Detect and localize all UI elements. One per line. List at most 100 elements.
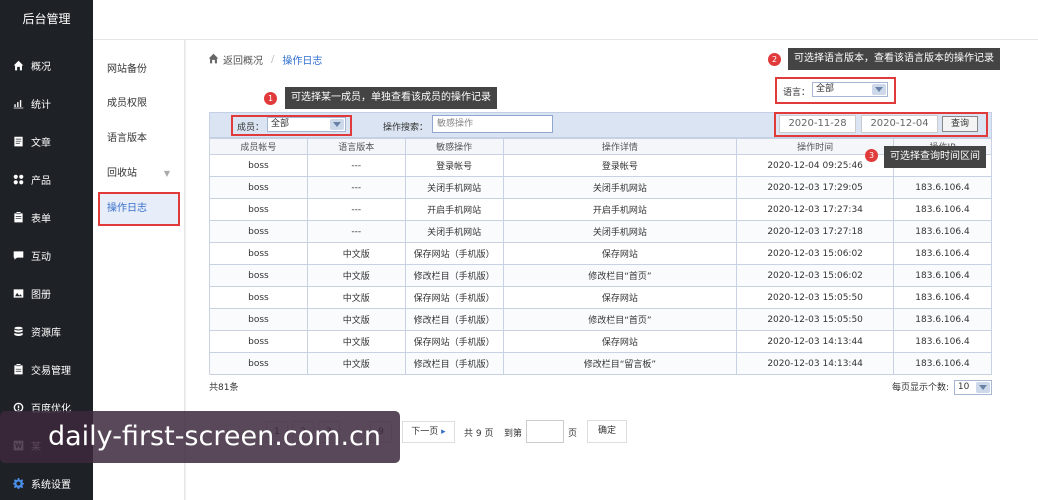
member-label: 成员： — [237, 123, 265, 133]
table-cell: 关闭手机网站 — [502, 176, 738, 199]
table-cell: 保存网站（手机版） — [404, 242, 504, 265]
breadcrumb-back-link[interactable]: 返回概况 — [223, 52, 263, 67]
chevron-down-icon — [975, 382, 990, 393]
search-input[interactable]: 敏感操作 — [432, 115, 553, 133]
sidebar-item-stats[interactable]: 统计 — [0, 85, 93, 122]
sidebar-item-label: 互动 — [31, 252, 51, 263]
table-cell: 2020-12-03 17:27:18 — [736, 220, 895, 243]
table-row: boss 中文版 保存网站（手机版） 保存网站 2020-12-03 15:06:02 1… — [209, 242, 992, 265]
sidebar-item-interaction[interactable]: 互动 — [0, 237, 93, 274]
date-to-input[interactable]: 2020-12-04 — [861, 115, 938, 133]
table-row: boss 中文版 修改栏目（手机版） 修改栏目“留言板” 2020-12-03 14:1… — [209, 352, 992, 375]
table-row: boss --- 关闭手机网站 关闭手机网站 2020-12-03 17:29:05 18… — [209, 176, 992, 199]
language-label: 语言： — [783, 88, 811, 98]
pager-next-label: 下一页 — [411, 427, 439, 437]
query-button[interactable]: 查询 — [942, 116, 978, 132]
chevron-right-icon: ▸ — [441, 427, 446, 437]
pager-page-unit: 页 — [568, 429, 578, 439]
table-cell: 登录帐号 — [502, 154, 738, 177]
sidebar-item-article[interactable]: 文章 — [0, 123, 93, 160]
submenu-item-permissions[interactable]: 成员权限 — [100, 89, 178, 119]
member-select[interactable]: 全部 — [267, 117, 346, 132]
top-bar — [93, 0, 1038, 40]
column-header: 操作详情 — [502, 138, 738, 155]
table-cell: 开启手机网站 — [404, 198, 504, 221]
table-cell: 183.6.106.4 — [893, 330, 992, 353]
submenu-item-oplog[interactable]: 操作日志 — [98, 192, 180, 226]
submenu-item-backup[interactable]: 网站备份 — [100, 55, 178, 85]
table-row: boss 中文版 修改栏目（手机版） 修改栏目“首页” 2020-12-03 15:06… — [209, 264, 992, 287]
grid-icon — [12, 174, 25, 186]
table-cell: 保存网站 — [502, 286, 738, 309]
table-cell: 关闭手机网站 — [404, 176, 504, 199]
table-cell: 183.6.106.4 — [893, 220, 992, 243]
watermark: daily-first-screen.com.cn — [0, 411, 400, 463]
image-icon — [12, 288, 25, 300]
table-cell: 修改栏目“首页” — [502, 308, 738, 331]
breadcrumb-current: 操作日志 — [282, 56, 323, 67]
pager-confirm-button[interactable]: 确定 — [587, 420, 627, 443]
table-cell: 183.6.106.4 — [893, 308, 992, 331]
table-cell: 保存网站 — [502, 242, 738, 265]
table-cell: boss — [209, 154, 308, 177]
hint-language-tooltip: 可选择语言版本，查看该语言版本的操作记录 — [788, 48, 1000, 70]
table-cell: 2020-12-03 15:05:50 — [736, 308, 895, 331]
database-icon — [12, 326, 25, 338]
pager-next-button[interactable]: 下一页 ▸ — [402, 421, 455, 443]
submenu-item-language[interactable]: 语言版本 — [100, 124, 178, 154]
hint-number: 1 — [264, 92, 277, 105]
table-cell: 保存网站（手机版） — [404, 286, 504, 309]
hint-date-tooltip: 可选择查询时间区间 — [884, 146, 986, 168]
table-cell: 登录帐号 — [404, 154, 504, 177]
table-cell: 2020-12-03 15:05:50 — [736, 286, 895, 309]
table-cell: 183.6.106.4 — [893, 286, 992, 309]
table-cell: boss — [209, 242, 308, 265]
table-cell: 开启手机网站 — [502, 198, 738, 221]
sidebar-item-settings[interactable]: 系统设置 — [0, 465, 93, 500]
sidebar-item-label: 产品 — [31, 176, 51, 187]
table-cell: 中文版 — [306, 308, 406, 331]
table-cell: 183.6.106.4 — [893, 242, 992, 265]
table-cell: 保存网站（手机版） — [404, 330, 504, 353]
column-header: 语言版本 — [306, 138, 406, 155]
sidebar-item-overview[interactable]: 概况 — [0, 47, 93, 84]
breadcrumb: 返回概况 / 操作日志 — [208, 52, 322, 67]
table-cell: 保存网站 — [502, 330, 738, 353]
table-cell: 2020-12-03 14:13:44 — [736, 330, 895, 353]
chevron-down-icon: ▼ — [163, 169, 170, 178]
hint-number: 3 — [865, 149, 878, 162]
sidebar-item-form[interactable]: 表单 — [0, 199, 93, 236]
sidebar-item-label: 交易管理 — [31, 366, 71, 377]
table-cell: boss — [209, 264, 308, 287]
table-cell: boss — [209, 286, 308, 309]
table-cell: 183.6.106.4 — [893, 264, 992, 287]
table-cell: --- — [306, 220, 406, 243]
sidebar-item-product[interactable]: 产品 — [0, 161, 93, 198]
sidebar-item-label: 文章 — [31, 138, 51, 149]
per-page-select[interactable]: 10 — [953, 380, 992, 395]
submenu-item-recycle[interactable]: 回收站 ▼ — [100, 159, 178, 189]
sidebar-item-resources[interactable]: 资源库 — [0, 313, 93, 350]
language-select[interactable]: 全部 — [812, 82, 888, 97]
column-header: 成员帐号 — [209, 138, 308, 155]
table-cell: 2020-12-03 17:27:34 — [736, 198, 895, 221]
hint-number: 2 — [768, 53, 781, 66]
table-cell: 183.6.106.4 — [893, 352, 992, 375]
table-cell: 2020-12-03 17:29:05 — [736, 176, 895, 199]
pager-goto-input[interactable] — [526, 420, 564, 443]
per-page-value: 10 — [957, 382, 970, 392]
sidebar-item-trade[interactable]: 交易管理 — [0, 351, 93, 388]
table-cell: 中文版 — [306, 264, 406, 287]
breadcrumb-separator: / — [271, 54, 275, 65]
table-body: boss---登录帐号登录帐号2020-12-04 09:25:46183.6.… — [209, 154, 992, 375]
submenu-item-label: 回收站 — [107, 168, 137, 179]
per-page-label: 每页显示个数: — [892, 383, 950, 393]
sidebar-item-label: 资源库 — [31, 328, 61, 339]
table-cell: 中文版 — [306, 242, 406, 265]
table-row: boss 中文版 修改栏目（手机版） 修改栏目“首页” 2020-12-03 15:05… — [209, 308, 992, 331]
table-cell: --- — [306, 154, 406, 177]
table-row: boss 中文版 保存网站（手机版） 保存网站 2020-12-03 15:05:50 1… — [209, 286, 992, 309]
sidebar-item-label: 概况 — [31, 62, 51, 73]
date-from-input[interactable]: 2020-11-28 — [779, 115, 856, 133]
sidebar-item-gallery[interactable]: 图册 — [0, 275, 93, 312]
